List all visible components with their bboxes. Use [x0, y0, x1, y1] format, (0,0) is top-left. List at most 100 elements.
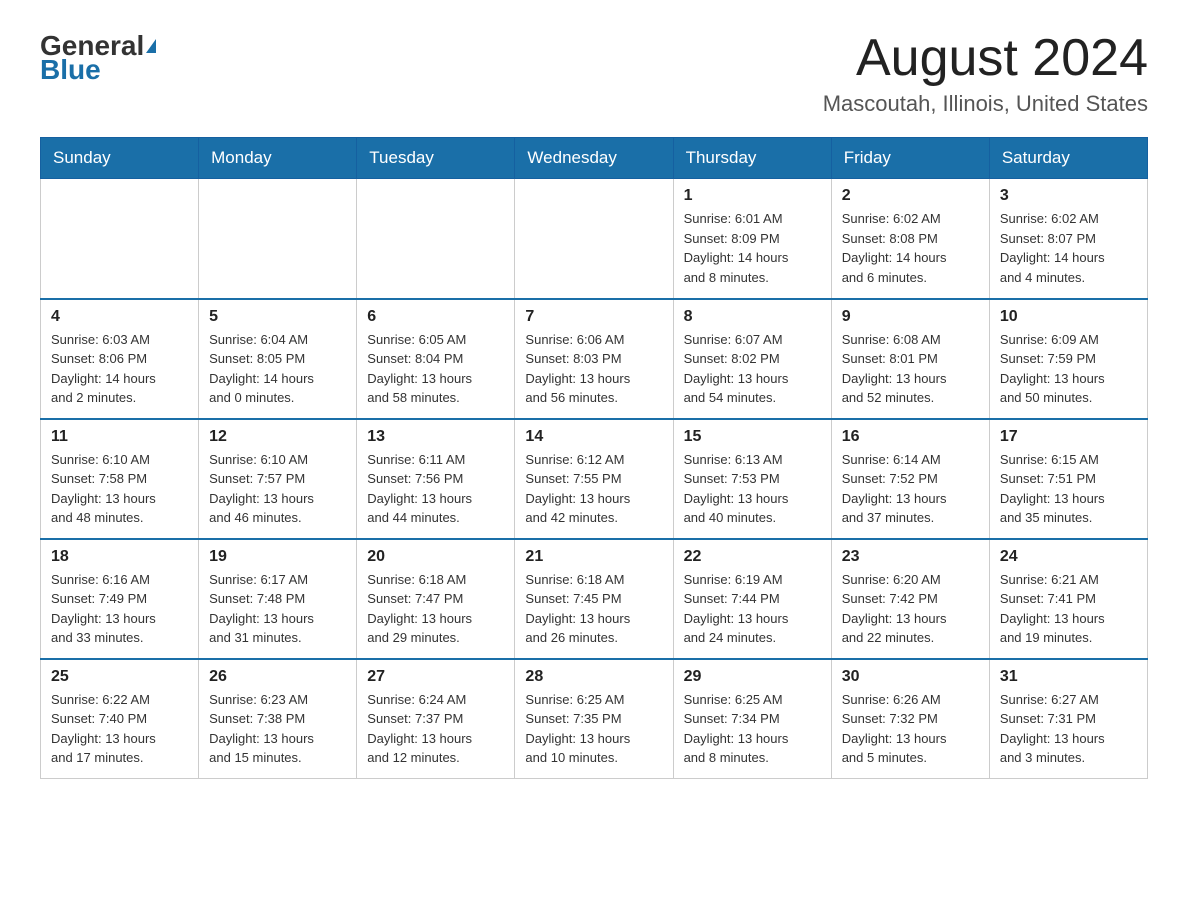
calendar-week-row: 25 Sunrise: 6:22 AM Sunset: 7:40 PM Dayli… — [41, 659, 1148, 779]
day-info: Sunrise: 6:12 AM Sunset: 7:55 PM Dayligh… — [525, 450, 662, 528]
day-info: Sunrise: 6:21 AM Sunset: 7:41 PM Dayligh… — [1000, 570, 1137, 648]
day-info: Sunrise: 6:18 AM Sunset: 7:47 PM Dayligh… — [367, 570, 504, 648]
calendar-cell: 4Sunrise: 6:03 AM Sunset: 8:06 PM Daylig… — [41, 299, 199, 419]
calendar-cell — [515, 179, 673, 299]
calendar-cell: 12Sunrise: 6:10 AM Sunset: 7:57 PM Dayli… — [199, 419, 357, 539]
day-number: 15 — [684, 428, 821, 446]
day-info: Sunrise: 6:07 AM Sunset: 8:02 PM Dayligh… — [684, 330, 821, 408]
day-info: Sunrise: 6:06 AM Sunset: 8:03 PM Dayligh… — [525, 330, 662, 408]
day-info: Sunrise: 6:02 AM Sunset: 8:08 PM Dayligh… — [842, 209, 979, 287]
day-number: 13 — [367, 428, 504, 446]
calendar-cell: 31Sunrise: 6:27 AM Sunset: 7:31 PM Dayli… — [989, 659, 1147, 779]
day-number: 22 — [684, 548, 821, 566]
day-number: 11 — [51, 428, 188, 446]
day-number: 29 — [684, 668, 821, 686]
calendar-cell: 1Sunrise: 6:01 AM Sunset: 8:09 PM Daylig… — [673, 179, 831, 299]
calendar-cell — [41, 179, 199, 299]
day-info: Sunrise: 6:09 AM Sunset: 7:59 PM Dayligh… — [1000, 330, 1137, 408]
calendar-cell: 14 Sunrise: 6:12 AM Sunset: 7:55 PM Dayli… — [515, 419, 673, 539]
calendar-week-row: 1Sunrise: 6:01 AM Sunset: 8:09 PM Daylig… — [41, 179, 1148, 299]
title-section: August 2024 Mascoutah, Illinois, United … — [823, 30, 1148, 117]
day-number: 6 — [367, 308, 504, 326]
calendar-cell: 24 Sunrise: 6:21 AM Sunset: 7:41 PM Dayli… — [989, 539, 1147, 659]
day-number: 18 — [51, 548, 188, 566]
weekday-header-row: SundayMondayTuesdayWednesdayThursdayFrid… — [41, 138, 1148, 179]
day-info: Sunrise: 6:25 AM Sunset: 7:34 PM Dayligh… — [684, 690, 821, 768]
day-number: 21 — [525, 548, 662, 566]
calendar-week-row: 4Sunrise: 6:03 AM Sunset: 8:06 PM Daylig… — [41, 299, 1148, 419]
day-number: 30 — [842, 668, 979, 686]
calendar-cell: 2 Sunrise: 6:02 AM Sunset: 8:08 PM Daylig… — [831, 179, 989, 299]
calendar-cell: 19 Sunrise: 6:17 AM Sunset: 7:48 PM Dayli… — [199, 539, 357, 659]
calendar-cell: 6 Sunrise: 6:05 AM Sunset: 8:04 PM Daylig… — [357, 299, 515, 419]
day-info: Sunrise: 6:04 AM Sunset: 8:05 PM Dayligh… — [209, 330, 346, 408]
day-info: Sunrise: 6:11 AM Sunset: 7:56 PM Dayligh… — [367, 450, 504, 528]
day-number: 8 — [684, 308, 821, 326]
calendar-cell: 16Sunrise: 6:14 AM Sunset: 7:52 PM Dayli… — [831, 419, 989, 539]
logo-triangle-icon — [146, 39, 156, 53]
day-number: 9 — [842, 308, 979, 326]
day-number: 19 — [209, 548, 346, 566]
calendar-cell — [357, 179, 515, 299]
calendar-cell — [199, 179, 357, 299]
day-number: 26 — [209, 668, 346, 686]
calendar-cell: 15 Sunrise: 6:13 AM Sunset: 7:53 PM Dayli… — [673, 419, 831, 539]
day-number: 7 — [525, 308, 662, 326]
day-info: Sunrise: 6:27 AM Sunset: 7:31 PM Dayligh… — [1000, 690, 1137, 768]
day-number: 24 — [1000, 548, 1137, 566]
location-title: Mascoutah, Illinois, United States — [823, 91, 1148, 117]
calendar-cell: 28 Sunrise: 6:25 AM Sunset: 7:35 PM Dayli… — [515, 659, 673, 779]
calendar-cell: 20Sunrise: 6:18 AM Sunset: 7:47 PM Dayli… — [357, 539, 515, 659]
calendar-cell: 9 Sunrise: 6:08 AM Sunset: 8:01 PM Daylig… — [831, 299, 989, 419]
day-number: 25 — [51, 668, 188, 686]
day-number: 28 — [525, 668, 662, 686]
day-info: Sunrise: 6:18 AM Sunset: 7:45 PM Dayligh… — [525, 570, 662, 648]
logo: General Blue — [40, 30, 156, 86]
weekday-header-sunday: Sunday — [41, 138, 199, 179]
weekday-header-saturday: Saturday — [989, 138, 1147, 179]
calendar-cell: 25 Sunrise: 6:22 AM Sunset: 7:40 PM Dayli… — [41, 659, 199, 779]
calendar-week-row: 18 Sunrise: 6:16 AM Sunset: 7:49 PM Dayli… — [41, 539, 1148, 659]
day-info: Sunrise: 6:17 AM Sunset: 7:48 PM Dayligh… — [209, 570, 346, 648]
day-info: Sunrise: 6:02 AM Sunset: 8:07 PM Dayligh… — [1000, 209, 1137, 287]
day-number: 14 — [525, 428, 662, 446]
page-header: General Blue August 2024 Mascoutah, Illi… — [40, 30, 1148, 117]
day-number: 10 — [1000, 308, 1137, 326]
day-number: 27 — [367, 668, 504, 686]
day-info: Sunrise: 6:22 AM Sunset: 7:40 PM Dayligh… — [51, 690, 188, 768]
logo-blue-text: Blue — [40, 54, 101, 86]
day-info: Sunrise: 6:05 AM Sunset: 8:04 PM Dayligh… — [367, 330, 504, 408]
day-number: 23 — [842, 548, 979, 566]
day-info: Sunrise: 6:08 AM Sunset: 8:01 PM Dayligh… — [842, 330, 979, 408]
day-info: Sunrise: 6:16 AM Sunset: 7:49 PM Dayligh… — [51, 570, 188, 648]
day-number: 2 — [842, 187, 979, 205]
calendar-cell: 10 Sunrise: 6:09 AM Sunset: 7:59 PM Dayli… — [989, 299, 1147, 419]
calendar-cell: 26 Sunrise: 6:23 AM Sunset: 7:38 PM Dayli… — [199, 659, 357, 779]
calendar-cell: 29 Sunrise: 6:25 AM Sunset: 7:34 PM Dayli… — [673, 659, 831, 779]
calendar-week-row: 11 Sunrise: 6:10 AM Sunset: 7:58 PM Dayli… — [41, 419, 1148, 539]
day-info: Sunrise: 6:25 AM Sunset: 7:35 PM Dayligh… — [525, 690, 662, 768]
calendar-cell: 27Sunrise: 6:24 AM Sunset: 7:37 PM Dayli… — [357, 659, 515, 779]
calendar-cell: 18 Sunrise: 6:16 AM Sunset: 7:49 PM Dayli… — [41, 539, 199, 659]
calendar-cell: 8 Sunrise: 6:07 AM Sunset: 8:02 PM Daylig… — [673, 299, 831, 419]
calendar-cell: 11 Sunrise: 6:10 AM Sunset: 7:58 PM Dayli… — [41, 419, 199, 539]
day-number: 5 — [209, 308, 346, 326]
day-info: Sunrise: 6:19 AM Sunset: 7:44 PM Dayligh… — [684, 570, 821, 648]
calendar-cell: 3 Sunrise: 6:02 AM Sunset: 8:07 PM Daylig… — [989, 179, 1147, 299]
calendar-table: SundayMondayTuesdayWednesdayThursdayFrid… — [40, 137, 1148, 779]
day-info: Sunrise: 6:15 AM Sunset: 7:51 PM Dayligh… — [1000, 450, 1137, 528]
weekday-header-monday: Monday — [199, 138, 357, 179]
day-info: Sunrise: 6:10 AM Sunset: 7:57 PM Dayligh… — [209, 450, 346, 528]
calendar-cell: 30 Sunrise: 6:26 AM Sunset: 7:32 PM Dayli… — [831, 659, 989, 779]
day-info: Sunrise: 6:23 AM Sunset: 7:38 PM Dayligh… — [209, 690, 346, 768]
day-info: Sunrise: 6:14 AM Sunset: 7:52 PM Dayligh… — [842, 450, 979, 528]
day-number: 1 — [684, 187, 821, 205]
day-info: Sunrise: 6:10 AM Sunset: 7:58 PM Dayligh… — [51, 450, 188, 528]
calendar-cell: 7 Sunrise: 6:06 AM Sunset: 8:03 PM Daylig… — [515, 299, 673, 419]
day-info: Sunrise: 6:13 AM Sunset: 7:53 PM Dayligh… — [684, 450, 821, 528]
day-info: Sunrise: 6:26 AM Sunset: 7:32 PM Dayligh… — [842, 690, 979, 768]
calendar-cell: 21 Sunrise: 6:18 AM Sunset: 7:45 PM Dayli… — [515, 539, 673, 659]
day-number: 3 — [1000, 187, 1137, 205]
weekday-header-thursday: Thursday — [673, 138, 831, 179]
calendar-cell: 13 Sunrise: 6:11 AM Sunset: 7:56 PM Dayli… — [357, 419, 515, 539]
